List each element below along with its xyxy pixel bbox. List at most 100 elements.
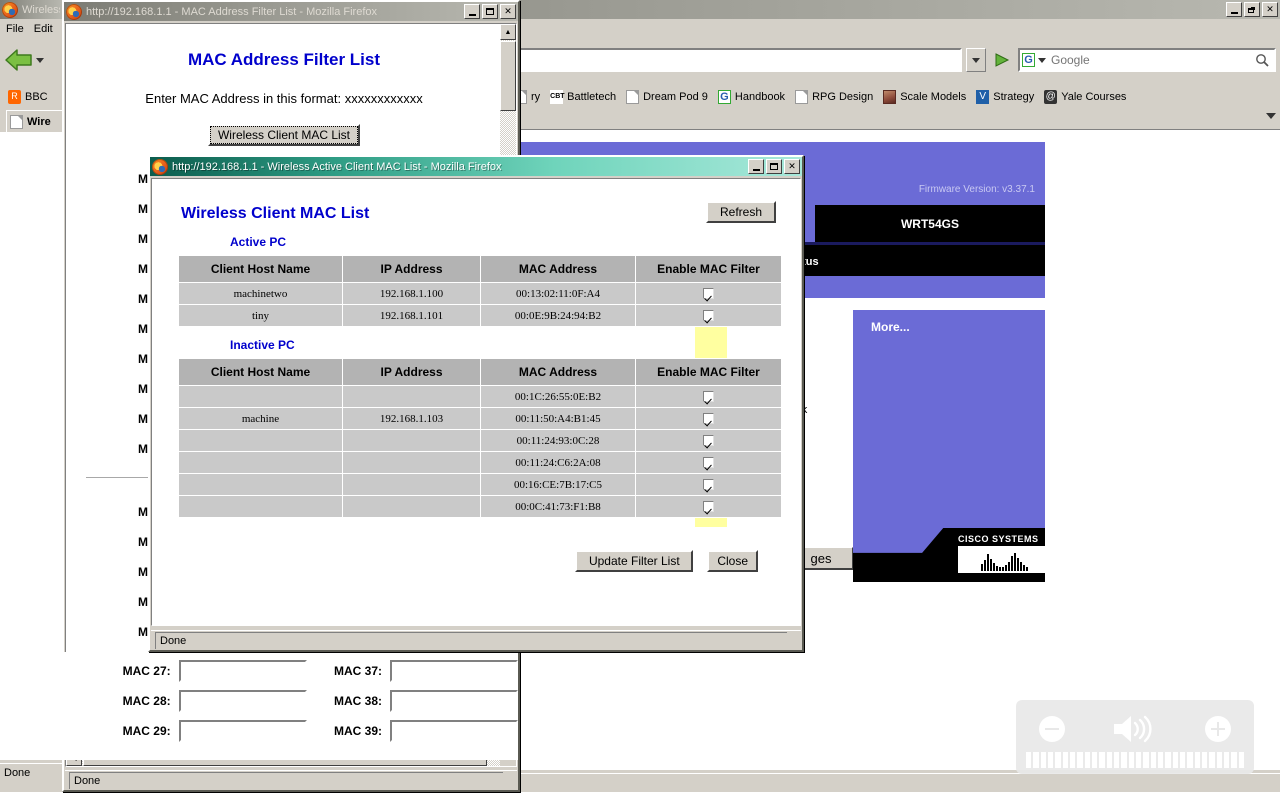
search-engine-dropdown-icon[interactable] [1038, 57, 1046, 63]
mac-address-input[interactable] [178, 660, 307, 682]
mac-address-input[interactable] [390, 720, 518, 742]
bookmark-item[interactable]: RPG Design [795, 90, 873, 104]
google-icon: G [717, 90, 731, 104]
client-list-window-title: http://192.168.1.1 - Wireless Active Cli… [172, 160, 502, 173]
close-button[interactable]: ✕ [500, 4, 516, 19]
v-icon: V [976, 90, 990, 104]
leftmost-menubar[interactable]: File Edit [0, 19, 62, 39]
cell-host [178, 385, 343, 408]
search-bar-container[interactable]: G [1018, 48, 1276, 72]
mac-address-input[interactable] [390, 660, 518, 682]
bookmark-item[interactable]: G Handbook [717, 90, 785, 104]
more-link[interactable]: More... [871, 320, 910, 334]
bookmark-item[interactable]: CBT Battletech [550, 90, 616, 104]
volume-segment [1033, 752, 1039, 768]
resize-grip[interactable] [787, 631, 801, 649]
enable-mac-filter-checkbox[interactable] [703, 501, 714, 513]
volume-segment [1026, 752, 1032, 768]
wireless-client-mac-list-button[interactable]: Wireless Client MAC List [207, 124, 361, 146]
bookmark-label: Strategy [993, 91, 1035, 103]
maximize-button[interactable] [766, 159, 782, 174]
dialog-heading: Wireless Client MAC List [181, 205, 370, 222]
search-icon[interactable] [1252, 53, 1272, 67]
go-button[interactable] [990, 48, 1014, 72]
volume-segment [1238, 752, 1244, 768]
image-icon [883, 90, 897, 104]
table-header-row: Client Host Name IP Address MAC Address … [178, 255, 782, 283]
enable-mac-filter-checkbox[interactable] [703, 391, 714, 403]
cell-enable-filter [635, 282, 782, 305]
leftmost-statusbar: Done [0, 763, 62, 782]
volume-segment [1216, 752, 1222, 768]
volume-level-bar[interactable] [1016, 752, 1254, 768]
table-row: machine 192.168.1.103 00:11:50:A4:B1:45 [178, 407, 782, 430]
volume-segment [1047, 752, 1054, 768]
col-client-host-name: Client Host Name [178, 255, 343, 283]
volume-segment [1062, 752, 1068, 768]
scroll-thumb[interactable] [500, 41, 516, 111]
bookmark-item[interactable]: Dream Pod 9 [626, 90, 708, 104]
table-row: machinetwo 192.168.1.100 00:13:02:11:0F:A4 [178, 282, 782, 305]
client-list-statusbar: Done [151, 630, 801, 649]
cell-mac: 00:1C:26:55:0E:B2 [480, 385, 636, 408]
close-button[interactable]: ✕ [1262, 2, 1278, 17]
bookmark-label: Dream Pod 9 [643, 91, 708, 103]
close-button[interactable]: ✕ [784, 159, 800, 174]
cell-enable-filter [635, 304, 782, 327]
volume-down-button[interactable] [1039, 716, 1066, 742]
mac-address-input[interactable] [178, 690, 307, 712]
bookmark-label: Battletech [567, 91, 617, 103]
minimize-button[interactable] [748, 159, 764, 174]
bookmark-item[interactable]: V Strategy [976, 90, 1034, 104]
mac-fields-lower-visible: MAC 27: MAC 37: MAC 28: MAC 38: MAC 29: MAC 3… [63, 652, 518, 760]
table-row: 00:16:CE:7B:17:C5 [178, 473, 782, 496]
minimize-button[interactable] [464, 4, 480, 19]
enable-mac-filter-checkbox[interactable] [703, 479, 714, 491]
mac-filter-window-controls[interactable]: ✕ [464, 4, 516, 19]
inactive-pc-table: Client Host Name IP Address MAC Address … [178, 358, 782, 518]
minimize-button[interactable] [1226, 2, 1242, 17]
volume-segment [1165, 752, 1171, 768]
mac-field-label: MAC 37: [333, 664, 382, 678]
client-list-titlebar[interactable]: http://192.168.1.1 - Wireless Active Cli… [150, 157, 802, 176]
refresh-button[interactable]: Refresh [706, 201, 776, 223]
tab-strip-scroll-icon[interactable] [1266, 113, 1276, 119]
back-dropdown-icon[interactable] [36, 57, 44, 63]
col-mac-address: MAC Address [480, 255, 636, 283]
close-dialog-button[interactable]: Close [707, 550, 758, 572]
mac-filter-titlebar[interactable]: http://192.168.1.1 - MAC Address Filter … [64, 2, 518, 21]
address-dropdown-icon[interactable] [966, 48, 986, 72]
enable-mac-filter-checkbox[interactable] [703, 288, 714, 300]
table-row: 00:1C:26:55:0E:B2 [178, 385, 782, 408]
browser-tab[interactable]: Wire [6, 110, 66, 132]
back-arrow-icon[interactable] [4, 48, 34, 72]
bookmark-item[interactable]: Scale Models [883, 90, 966, 104]
update-filter-list-button[interactable]: Update Filter List [575, 550, 694, 572]
firmware-version: Firmware Version: v3.37.1 [918, 184, 1035, 195]
client-list-window-controls[interactable]: ✕ [748, 159, 800, 174]
maximize-button[interactable] [482, 4, 498, 19]
scroll-up-button[interactable]: ▲ [500, 24, 516, 40]
background-window-controls[interactable]: ✕ [1226, 2, 1278, 17]
mac-address-input[interactable] [178, 720, 307, 742]
enable-mac-filter-checkbox[interactable] [703, 310, 714, 322]
resize-grip[interactable] [503, 771, 517, 789]
col-client-host-name: Client Host Name [178, 358, 343, 386]
volume-segment [1099, 752, 1105, 768]
leftmost-window-titlebar[interactable]: Wireless [0, 0, 62, 19]
volume-up-button[interactable] [1204, 716, 1231, 742]
cell-mac: 00:11:24:93:0C:28 [480, 429, 636, 452]
mac-address-input[interactable] [390, 690, 518, 712]
enable-mac-filter-checkbox[interactable] [703, 413, 714, 425]
enable-mac-filter-checkbox[interactable] [703, 457, 714, 469]
menu-edit[interactable]: Edit [34, 23, 53, 35]
leftmost-bookmarks-bar[interactable]: R BBC [0, 86, 62, 108]
volume-segment [1231, 752, 1237, 768]
volume-segment [1121, 752, 1127, 768]
menu-file[interactable]: File [6, 23, 24, 35]
enable-mac-filter-checkbox[interactable] [703, 435, 714, 447]
bookmark-item[interactable]: @ Yale Courses [1044, 90, 1126, 104]
table-row: 00:11:24:C6:2A:08 [178, 451, 782, 474]
restore-button[interactable] [1244, 2, 1260, 17]
search-input[interactable] [1049, 52, 1249, 68]
